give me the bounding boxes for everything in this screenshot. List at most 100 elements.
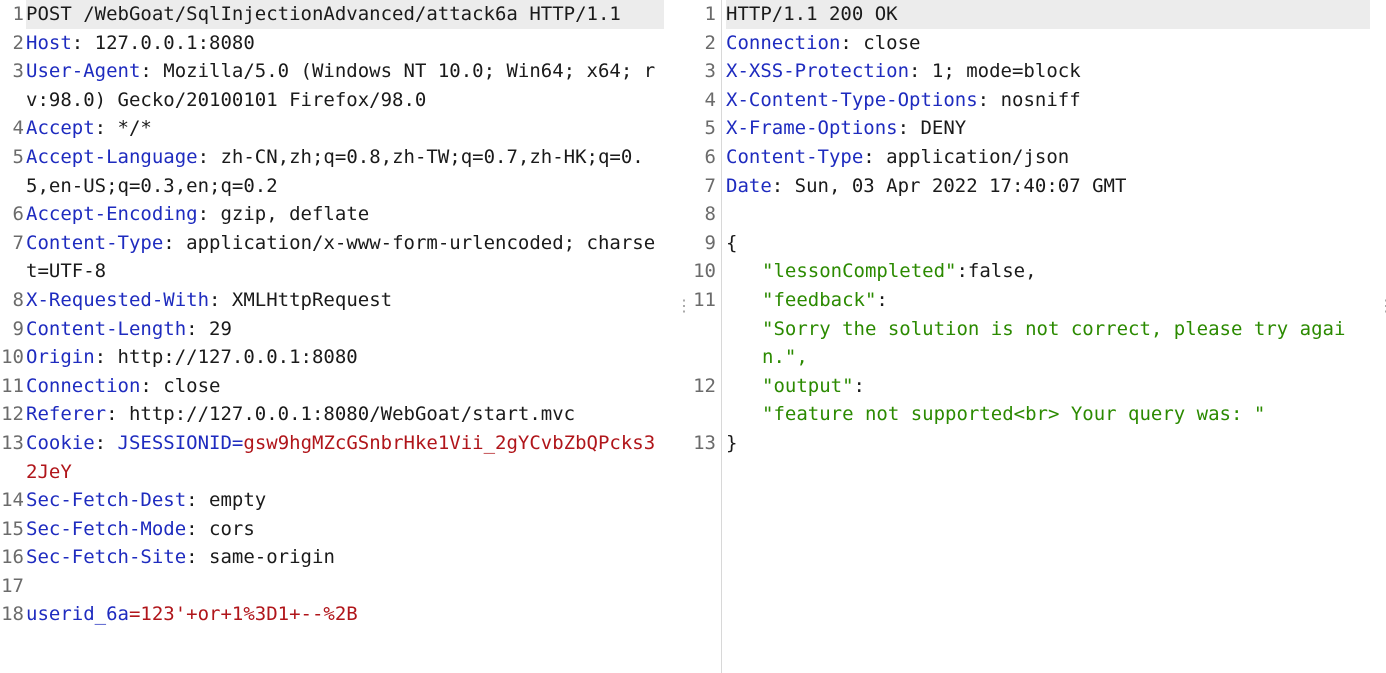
line-content[interactable]: Sec-Fetch-Mode: cors (26, 515, 664, 544)
line-content[interactable]: Date: Sun, 03 Apr 2022 17:40:07 GMT (726, 172, 1370, 201)
request-line[interactable]: 16 Sec-Fetch-Site: same-origin (0, 543, 664, 572)
request-line[interactable]: 17 (0, 572, 664, 601)
line-number: 10 (693, 260, 716, 283)
header-value: XMLHttpRequest (220, 288, 393, 311)
header-name: Sec-Fetch-Mode (26, 517, 187, 540)
line-content[interactable]: Sec-Fetch-Dest: empty (26, 486, 664, 515)
response-line[interactable]: 11 "feedback": "Sorry the solution is not … (680, 286, 1370, 372)
line-content[interactable]: X-XSS-Protection: 1; mode=block (726, 57, 1370, 86)
request-line[interactable]: 7 Content-Type: application/x-www-form-ur… (0, 229, 664, 286)
request-line[interactable]: 3 User-Agent: Mozilla/5.0 (Windows NT 10.… (0, 57, 664, 114)
header-name: Host (26, 31, 72, 54)
header-value: same-origin (197, 546, 335, 569)
header-value: application/json (874, 145, 1070, 168)
header-name: Date (726, 174, 772, 197)
request-line[interactable]: 14 Sec-Fetch-Dest: empty (0, 486, 664, 515)
line-number: 12 (693, 374, 716, 397)
request-editor[interactable]: 1 POST /WebGoat/SqlInjectionAdvanced/atta… (0, 0, 664, 673)
line-content[interactable]: Connection: close (726, 29, 1370, 58)
line-content[interactable]: X-Content-Type-Options: nosniff (726, 86, 1370, 115)
line-content[interactable]: Host: 127.0.0.1:8080 (26, 29, 664, 58)
header-value: 127.0.0.1:8080 (83, 31, 255, 54)
response-line[interactable]: 12 "output": "feature not supported<br> Yo… (680, 372, 1370, 429)
line-content[interactable]: "lessonCompleted":false, (726, 257, 1370, 286)
request-line[interactable]: 13 Cookie: JSESSIONID=gsw9hgMZcGSnbrHke1V… (0, 429, 664, 486)
request-line[interactable]: 15 Sec-Fetch-Mode: cors (0, 515, 664, 544)
json-entry: "feedback": "Sorry the solution is not co… (726, 286, 1370, 372)
request-line[interactable]: 4 Accept: */* (0, 114, 664, 143)
json-string-value: "Sorry the solution is not correct, plea… (762, 317, 1346, 369)
header-value: cors (197, 517, 255, 540)
request-line[interactable]: 1 POST /WebGoat/SqlInjectionAdvanced/atta… (0, 0, 664, 29)
header-name: Accept-Language (26, 145, 198, 168)
line-content[interactable] (726, 200, 1370, 229)
json-entry: "output": "feature not supported<br> Your… (726, 372, 1370, 429)
line-number: 7 (704, 174, 716, 197)
header-colon: : (71, 31, 84, 54)
line-content[interactable]: User-Agent: Mozilla/5.0 (Windows NT 10.0… (26, 57, 664, 114)
line-number: 14 (1, 489, 24, 512)
line-content[interactable]: { (726, 229, 1370, 258)
line-content[interactable]: Cookie: JSESSIONID=gsw9hgMZcGSnbrHke1Vii… (26, 429, 664, 486)
line-content[interactable]: Connection: close (26, 372, 664, 401)
line-number: 17 (1, 574, 24, 597)
request-line[interactable]: 11 Connection: close (0, 372, 664, 401)
response-line[interactable]: 10 "lessonCompleted":false, (680, 257, 1370, 286)
response-line[interactable]: 6 Content-Type: application/json (680, 143, 1370, 172)
request-line[interactable]: 10 Origin: http://127.0.0.1:8080 (0, 343, 664, 372)
line-content[interactable]: Origin: http://127.0.0.1:8080 (26, 343, 664, 372)
cookie-name: JSESSIONID= (106, 431, 244, 454)
header-name: Sec-Fetch-Site (26, 546, 187, 569)
request-line[interactable]: 9 Content-Length: 29 (0, 315, 664, 344)
line-content[interactable]: "feedback": "Sorry the solution is not co… (726, 286, 1370, 372)
line-text: { (726, 231, 738, 254)
line-content[interactable]: POST /WebGoat/SqlInjectionAdvanced/attac… (26, 0, 664, 29)
request-line[interactable]: 8 X-Requested-With: XMLHttpRequest (0, 286, 664, 315)
line-number: 2 (704, 31, 716, 54)
response-line[interactable]: 5 X-Frame-Options: DENY (680, 114, 1370, 143)
request-line[interactable]: 5 Accept-Language: zh-CN,zh;q=0.8,zh-TW;q… (0, 143, 664, 200)
response-line[interactable]: 2 Connection: close (680, 29, 1370, 58)
header-name: X-Content-Type-Options (726, 88, 978, 111)
response-line[interactable]: 4 X-Content-Type-Options: nosniff (680, 86, 1370, 115)
response-line[interactable]: 1 HTTP/1.1 200 OK (680, 0, 1370, 29)
response-editor[interactable]: 1 HTTP/1.1 200 OK 2 Connection: close 3 X-XSS… (680, 0, 1370, 673)
line-content[interactable]: Content-Type: application/json (726, 143, 1370, 172)
line-content[interactable]: Content-Type: application/x-www-form-url… (26, 229, 664, 286)
header-name: Origin (26, 346, 95, 369)
line-content[interactable]: Referer: http://127.0.0.1:8080/WebGoat/s… (26, 400, 664, 429)
line-content[interactable]: Content-Length: 29 (26, 315, 664, 344)
line-content[interactable]: Sec-Fetch-Site: same-origin (26, 543, 664, 572)
response-line[interactable]: 9{ (680, 229, 1370, 258)
header-colon: : (863, 145, 875, 168)
line-content[interactable]: HTTP/1.1 200 OK (726, 0, 1370, 29)
line-number: 5 (12, 145, 24, 168)
line-content[interactable] (26, 572, 664, 601)
line-content[interactable]: Accept-Encoding: gzip, deflate (26, 200, 664, 229)
line-text: POST /WebGoat/SqlInjectionAdvanced/attac… (26, 3, 621, 25)
response-line[interactable]: 8 (680, 200, 1370, 229)
response-line[interactable]: 3 X-XSS-Protection: 1; mode=block (680, 57, 1370, 86)
line-content[interactable]: } (726, 429, 1370, 458)
line-content[interactable]: Accept: */* (26, 114, 664, 143)
line-number: 16 (1, 546, 24, 569)
line-content[interactable]: X-Frame-Options: DENY (726, 114, 1370, 143)
json-string-value: "feature not supported<br> Your query wa… (762, 403, 1266, 426)
drag-handle-icon[interactable]: ⋮ (1378, 296, 1386, 315)
header-value: 29 (197, 317, 232, 340)
line-number: 6 (704, 145, 716, 168)
line-content[interactable]: "output": "feature not supported<br> Your… (726, 372, 1370, 429)
request-line[interactable]: 18 userid_6a=123'+or+1%3D1+--%2B (0, 600, 664, 629)
response-line[interactable]: 13} (680, 429, 1370, 458)
line-content[interactable]: Accept-Language: zh-CN,zh;q=0.8,zh-TW;q=… (26, 143, 664, 200)
request-line[interactable]: 2 Host: 127.0.0.1:8080 (0, 29, 664, 58)
request-line[interactable]: 12 Referer: http://127.0.0.1:8080/WebGoat… (0, 400, 664, 429)
header-colon: : (94, 346, 107, 369)
header-colon: : (186, 317, 198, 340)
header-name: Sec-Fetch-Dest (26, 489, 187, 512)
line-content[interactable]: userid_6a=123'+or+1%3D1+--%2B (26, 600, 664, 629)
request-line[interactable]: 6 Accept-Encoding: gzip, deflate (0, 200, 664, 229)
line-content[interactable]: X-Requested-With: XMLHttpRequest (26, 286, 664, 315)
response-line[interactable]: 7 Date: Sun, 03 Apr 2022 17:40:07 GMT (680, 172, 1370, 201)
drag-handle-icon[interactable]: ⋮ (676, 296, 692, 315)
